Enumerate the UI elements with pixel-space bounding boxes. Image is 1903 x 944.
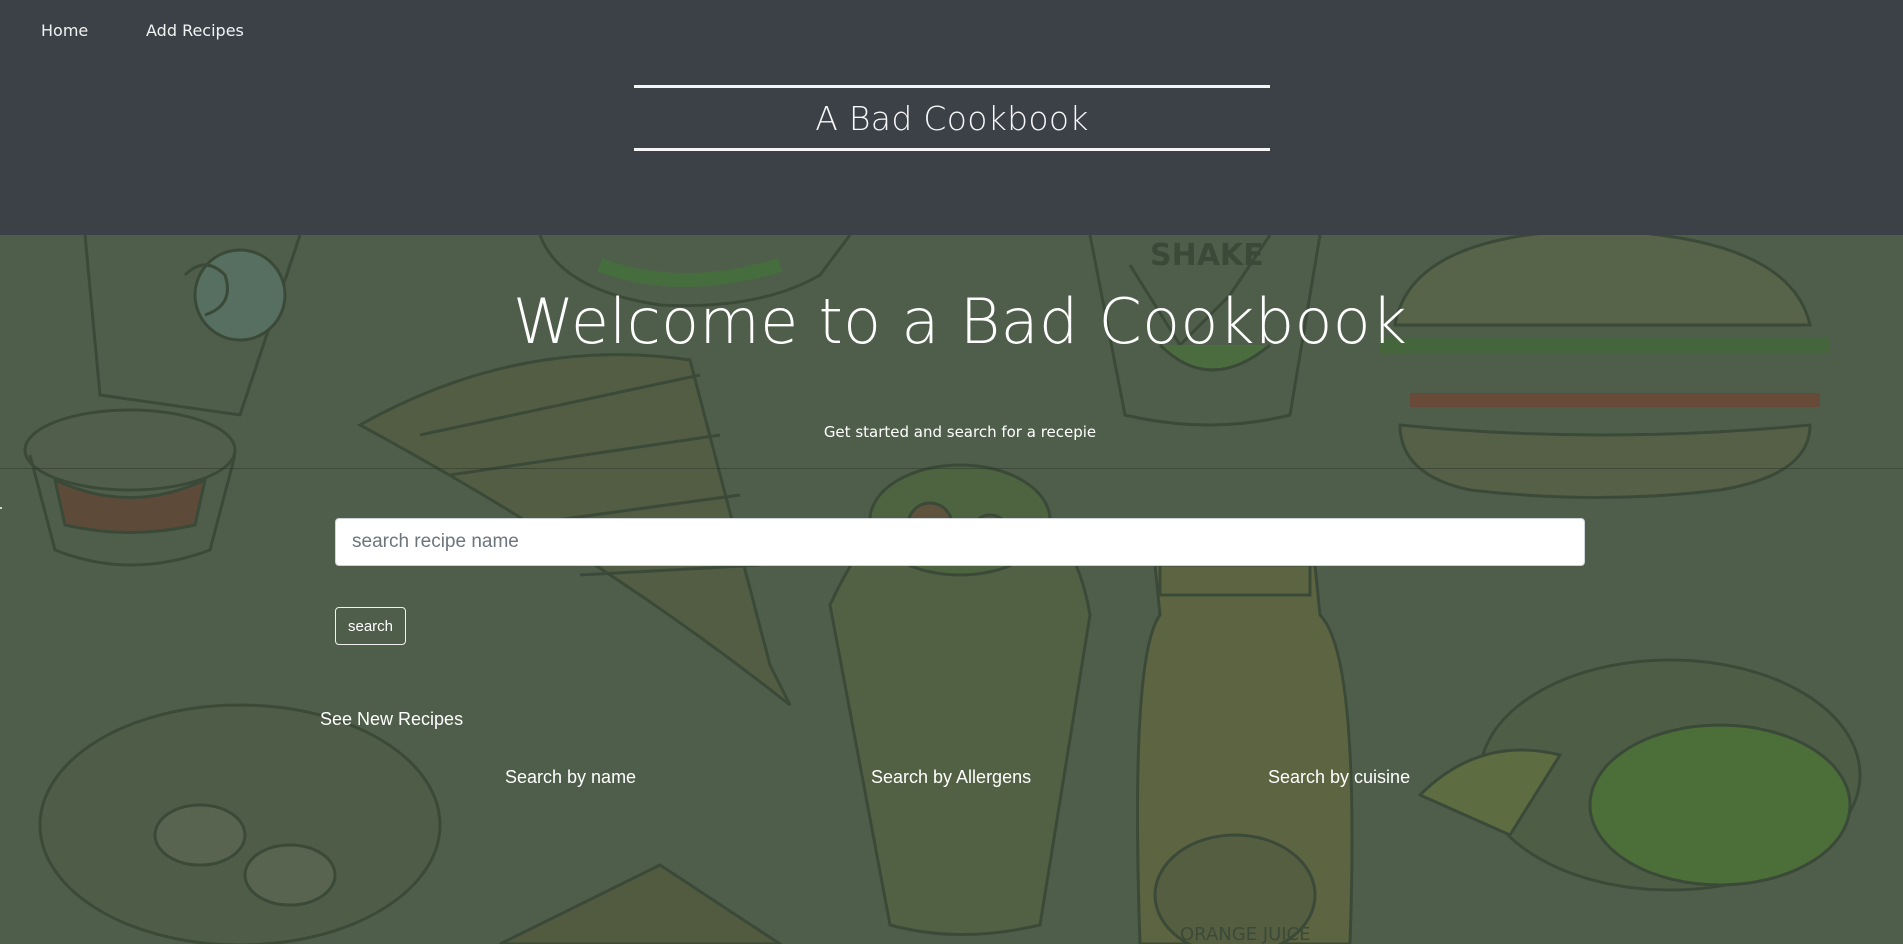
search-by-allergens-link[interactable]: Search by Allergens — [871, 767, 1031, 788]
recipe-search-input[interactable] — [335, 518, 1585, 566]
search-by-name-link[interactable]: Search by name — [505, 767, 636, 788]
edge-dot — [0, 507, 2, 509]
top-nav: Home Add Recipes — [0, 0, 1903, 62]
search-by-cuisine-link[interactable]: Search by cuisine — [1268, 767, 1410, 788]
nav-add-recipes-link[interactable]: Add Recipes — [146, 21, 244, 40]
hero-subtitle: Get started and search for a recepie — [823, 423, 1097, 441]
hero-section: SHAKE ORANGE JUICE Welcome to a Bad Cook… — [0, 235, 1903, 944]
see-new-recipes-link[interactable]: See New Recipes — [320, 709, 463, 730]
nav-home-link[interactable]: Home — [41, 21, 88, 40]
site-brand-title: A Bad Cookbook — [634, 85, 1270, 151]
search-button[interactable]: search — [335, 607, 406, 645]
welcome-heading: Welcome to a Bad Cookbook — [512, 285, 1408, 358]
site-header: Home Add Recipes A Bad Cookbook — [0, 0, 1903, 235]
hero-divider — [0, 468, 1903, 469]
